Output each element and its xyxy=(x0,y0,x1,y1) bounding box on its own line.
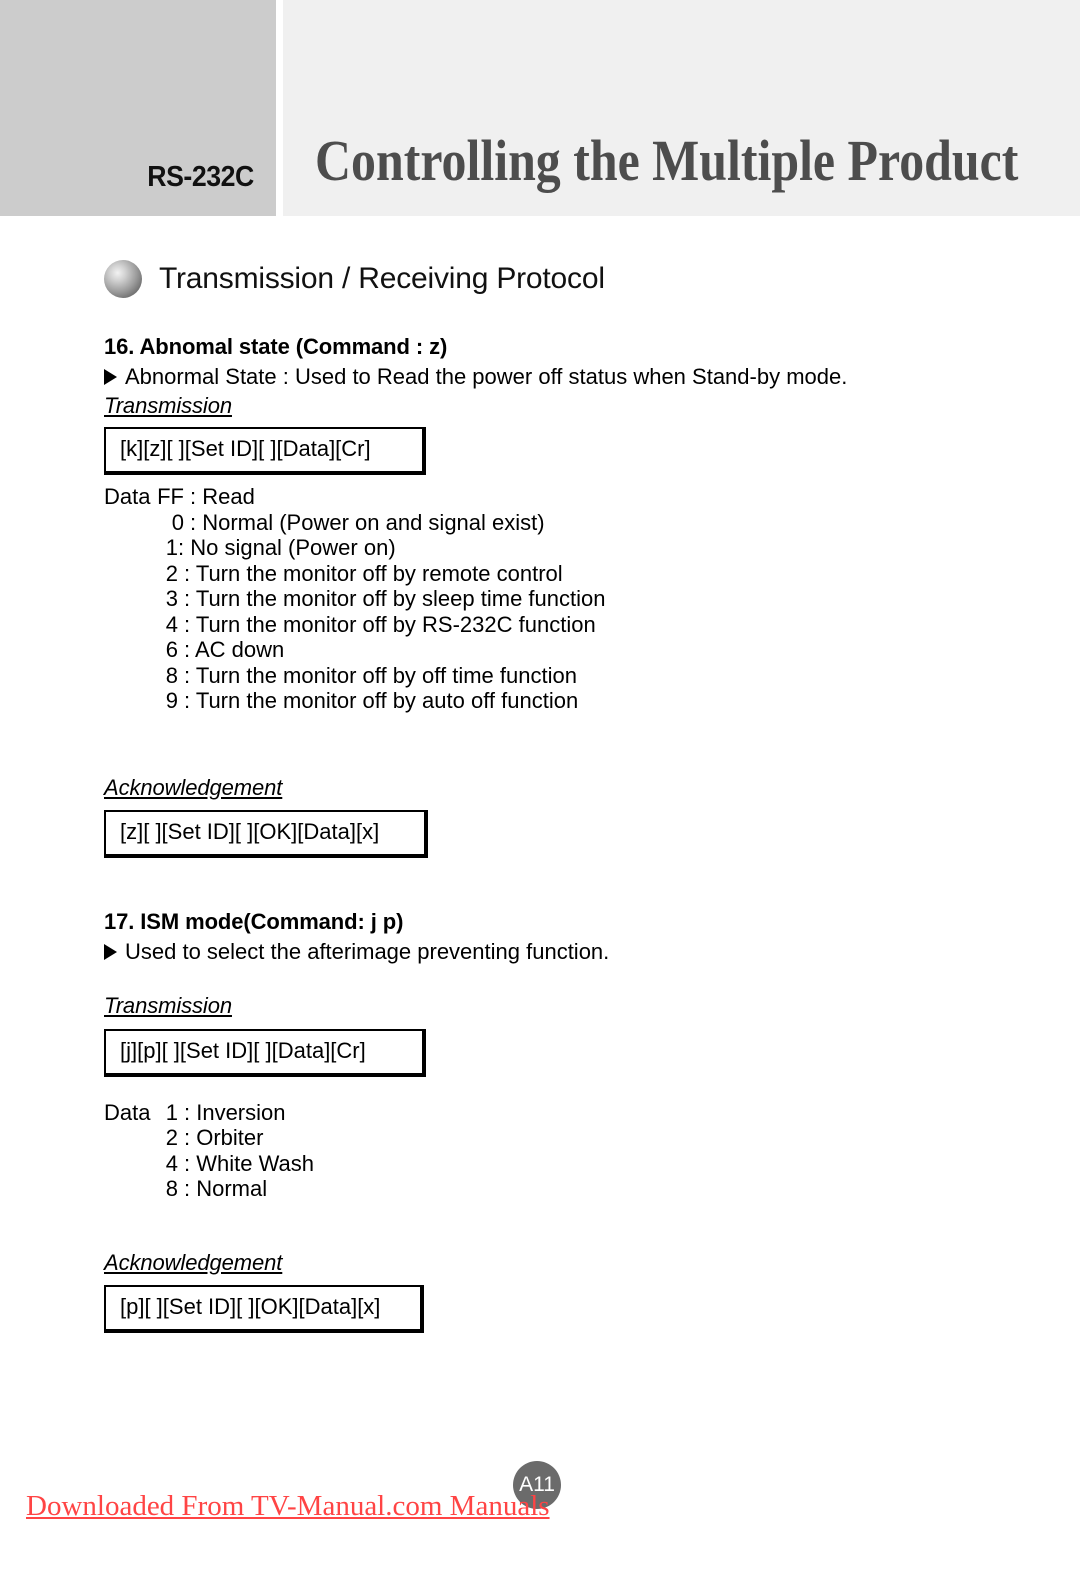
command-description-row: Abnormal State : Used to Read the power … xyxy=(104,364,1080,390)
data-value: : Turn the monitor off by RS-232C functi… xyxy=(184,611,596,637)
data-value-list: Data 1 : Inversion 2 : Orbiter 4 : White… xyxy=(104,1100,1080,1202)
command-block-16: 16. Abnomal state (Command : z) Abnormal… xyxy=(104,334,1080,858)
acknowledgement-label: Acknowledgement xyxy=(104,1249,283,1275)
transmission-code-box: [j][p][ ][Set ID][ ][Data][Cr] xyxy=(104,1028,426,1077)
data-value: : Turn the monitor off by off time funct… xyxy=(184,662,577,688)
data-key: 0 xyxy=(171,509,184,535)
data-indent-spacer xyxy=(104,688,152,714)
command-description-row: Used to select the afterimage preventing… xyxy=(104,939,1080,965)
section-heading: Transmission / Receiving Protocol xyxy=(104,260,1080,298)
data-value: : AC down xyxy=(184,637,285,662)
command-title: 16. Abnomal state (Command : z) xyxy=(104,334,448,359)
data-key: 2 xyxy=(165,560,178,586)
data-indent-spacer xyxy=(104,612,152,638)
data-value: : Inversion xyxy=(184,1099,286,1125)
data-value: : Normal xyxy=(184,1176,268,1201)
data-indent-spacer xyxy=(104,535,152,561)
data-key: 8 xyxy=(165,662,178,688)
sphere-bullet-icon xyxy=(104,260,142,298)
data-row: 8 : Turn the monitor off by off time fun… xyxy=(104,663,1080,689)
data-key: 3 xyxy=(165,586,178,611)
data-key: 8 xyxy=(165,1176,178,1201)
data-indent-spacer xyxy=(104,637,152,663)
triangle-right-icon xyxy=(104,369,117,385)
data-value: : Read xyxy=(190,484,255,509)
data-key: 4 xyxy=(165,1150,178,1176)
data-key: 2 xyxy=(165,1125,178,1150)
section-heading-label: Transmission / Receiving Protocol xyxy=(159,262,605,295)
data-row: 6 : AC down xyxy=(104,637,1080,663)
data-key: 6 xyxy=(165,637,178,662)
footer-watermark: Downloaded From TV-Manual.com Manuals xyxy=(26,1490,550,1522)
transmission-label: Transmission xyxy=(104,992,232,1018)
data-row: 0 : Normal (Power on and signal exist) xyxy=(104,510,1080,536)
data-key: 9 xyxy=(165,688,178,713)
data-row: 4 : Turn the monitor off by RS-232C func… xyxy=(104,612,1080,638)
data-list-label: Data xyxy=(104,1099,151,1125)
header-right-block: Controlling the Multiple Product xyxy=(283,0,1080,216)
data-row: Data 1 : Inversion xyxy=(104,1100,1080,1126)
data-key: 1 xyxy=(165,1099,178,1125)
data-row: 8 : Normal xyxy=(104,1176,1080,1202)
acknowledgement-code-box: [p][ ][Set ID][ ][OK][Data][x] xyxy=(104,1284,424,1333)
data-indent-spacer xyxy=(104,1125,152,1151)
acknowledgement-code-box: [z][ ][Set ID][ ][OK][Data][x] xyxy=(104,809,428,858)
header-standard-label: RS-232C xyxy=(147,161,254,193)
data-row: 1 : No signal (Power on) xyxy=(104,535,1080,561)
data-row: 2 : Orbiter xyxy=(104,1125,1080,1151)
data-value: : Turn the monitor off by sleep time fun… xyxy=(184,586,606,611)
command-block-17: 17. ISM mode(Command: j p) Used to selec… xyxy=(104,909,1080,1333)
data-row: 3 : Turn the monitor off by sleep time f… xyxy=(104,586,1080,612)
data-indent-spacer xyxy=(104,1176,152,1202)
data-indent-spacer xyxy=(104,561,152,587)
command-description: Abnormal State : Used to Read the power … xyxy=(125,364,848,389)
command-description: Used to select the afterimage preventing… xyxy=(125,938,610,964)
data-row: 2 : Turn the monitor off by remote contr… xyxy=(104,561,1080,587)
acknowledgement-label: Acknowledgement xyxy=(104,774,283,800)
data-value: : White Wash xyxy=(184,1150,314,1176)
page-title: Controlling the Multiple Product xyxy=(315,128,1019,193)
data-key: 4 xyxy=(165,611,178,637)
data-indent-spacer xyxy=(104,586,152,612)
data-indent-spacer xyxy=(104,1151,152,1177)
data-value: : Orbiter xyxy=(184,1125,264,1150)
page-header: RS-232C Controlling the Multiple Product xyxy=(0,0,1080,216)
data-value: : No signal (Power on) xyxy=(178,535,396,560)
data-value: : Turn the monitor off by remote control xyxy=(184,560,563,586)
header-left-block: RS-232C xyxy=(0,0,276,216)
data-value: : Turn the monitor off by auto off funct… xyxy=(184,688,579,713)
data-row: Data FF : Read xyxy=(104,484,1080,510)
data-row: 4 : White Wash xyxy=(104,1151,1080,1177)
data-key: 1 xyxy=(165,535,178,560)
triangle-right-icon xyxy=(104,943,117,960)
data-key: FF xyxy=(157,484,184,509)
data-indent-spacer xyxy=(104,510,152,536)
data-value-list: Data FF : Read 0 : Normal (Power on and … xyxy=(104,484,1080,714)
data-list-label: Data xyxy=(104,484,151,509)
transmission-label: Transmission xyxy=(104,393,232,418)
data-indent-spacer xyxy=(104,663,152,689)
page-content: Transmission / Receiving Protocol 16. Ab… xyxy=(0,216,1080,1333)
data-row: 9 : Turn the monitor off by auto off fun… xyxy=(104,688,1080,714)
transmission-code-box: [k][z][ ][Set ID][ ][Data][Cr] xyxy=(104,427,426,475)
command-title: 17. ISM mode(Command: j p) xyxy=(104,908,404,934)
data-value: : Normal (Power on and signal exist) xyxy=(190,509,545,535)
